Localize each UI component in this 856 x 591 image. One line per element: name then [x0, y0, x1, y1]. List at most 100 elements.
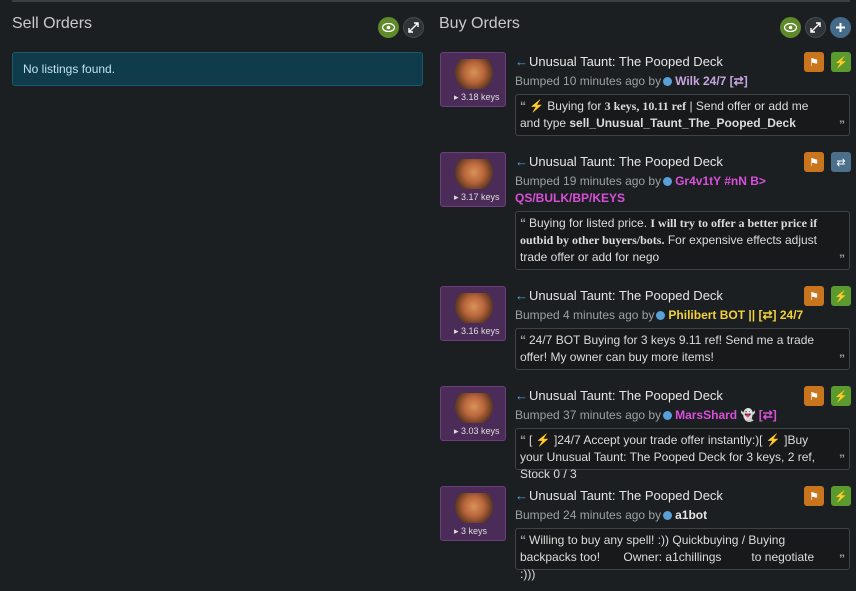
instant-trade-button[interactable]: ⚡ — [831, 286, 851, 306]
bump-text: Bumped 24 minutes ago by — [515, 508, 662, 522]
sell-eye-button[interactable] — [378, 17, 399, 38]
bump-info: Bumped 37 minutes ago by MarsShard 👻 [⇄] — [515, 407, 777, 424]
arrow-left-icon: ← — [515, 54, 528, 69]
message-text: [ — [529, 433, 536, 447]
item-price-badge: ▸ 3.03 keys — [454, 426, 500, 437]
instant-trade-button[interactable]: ⚡ — [831, 386, 851, 406]
quote-close-icon: ” — [839, 552, 845, 566]
eye-icon — [382, 23, 395, 32]
plus-icon — [836, 23, 845, 32]
trade-swap-button[interactable]: ⇄ — [831, 152, 851, 172]
quote-open-icon: “ — [520, 433, 526, 447]
lightning-icon: ⚡ — [834, 390, 848, 403]
instant-trade-button[interactable]: ⚡ — [831, 486, 851, 506]
buy-eye-button[interactable] — [780, 17, 801, 38]
arrow-left-icon: ← — [515, 154, 528, 169]
buy-order-listing: ▸ 3.16 keys ←Unusual Taunt: The Pooped De… — [440, 286, 851, 370]
key-icon: ▸ — [454, 426, 462, 436]
item-name: Unusual Taunt: The Pooped Deck — [529, 288, 723, 303]
item-name: Unusual Taunt: The Pooped Deck — [529, 54, 723, 69]
bump-text: Bumped 4 minutes ago by — [515, 308, 655, 322]
bump-text: Bumped 37 minutes ago by — [515, 408, 662, 422]
message-text: 3 keys, 10.11 ref — [604, 99, 687, 113]
bump-info: Bumped 4 minutes ago by Philibert BOT || … — [515, 307, 803, 324]
bump-info: Bumped 19 minutes ago by Gr4v1tY #nN B> Q… — [515, 173, 805, 207]
order-message: “⚡ Buying for 3 keys, 10.11 ref | Send o… — [515, 94, 850, 136]
item-image — [455, 293, 493, 323]
item-title-link[interactable]: ←Unusual Taunt: The Pooped Deck — [515, 388, 723, 403]
buy-order-listing: ▸ 3.03 keys ←Unusual Taunt: The Pooped De… — [440, 386, 851, 481]
item-price: 3.16 keys — [461, 326, 500, 336]
message-text: sell_Unusual_Taunt_The_Pooped_Deck — [569, 116, 796, 130]
quote-open-icon: “ — [520, 99, 526, 113]
item-thumbnail[interactable]: ▸ 3.03 keys — [440, 386, 506, 441]
item-thumbnail[interactable]: ▸ 3.18 keys — [440, 52, 506, 107]
top-divider — [12, 0, 850, 2]
item-price: 3.18 keys — [461, 92, 500, 102]
item-image — [455, 393, 493, 423]
buy-order-listing: ▸ 3 keys ←Unusual Taunt: The Pooped Deck B… — [440, 486, 851, 581]
buy-orders-title: Buy Orders — [439, 15, 520, 32]
user-name-link[interactable]: Wilk 24/7 [⇄] — [675, 74, 748, 88]
arrow-left-icon: ← — [515, 288, 528, 303]
lightning-icon: ⚡ — [834, 490, 848, 503]
item-price: 3 keys — [461, 526, 488, 536]
no-listings-notice: No listings found. — [12, 52, 423, 86]
user-name-link[interactable]: Philibert BOT || [⇄] 24/7 — [668, 308, 803, 322]
message-text: Buying for listed price. — [529, 216, 651, 230]
report-flag-button[interactable]: ⚑ — [804, 486, 824, 506]
user-status-dot — [656, 311, 666, 320]
user-status-dot — [663, 411, 673, 420]
item-image — [455, 493, 493, 523]
buy-expand-button[interactable] — [805, 17, 826, 38]
flag-icon: ⚑ — [809, 290, 819, 303]
report-flag-button[interactable]: ⚑ — [804, 52, 824, 72]
message-text: Buying for — [543, 99, 605, 113]
item-thumbnail[interactable]: ▸ 3.17 keys — [440, 152, 506, 207]
user-status-dot — [663, 177, 673, 186]
item-thumbnail[interactable]: ▸ 3 keys — [440, 486, 506, 541]
flag-icon: ⚑ — [809, 156, 819, 169]
item-thumbnail[interactable]: ▸ 3.16 keys — [440, 286, 506, 341]
bump-info: Bumped 24 minutes ago by a1bot — [515, 507, 707, 524]
instant-trade-button[interactable]: ⚡ — [831, 52, 851, 72]
item-price-badge: ▸ 3 keys — [454, 526, 487, 537]
sell-expand-button[interactable] — [403, 17, 424, 38]
order-message: “24/7 BOT Buying for 3 keys 9.11 ref! Se… — [515, 328, 850, 370]
item-price-badge: ▸ 3.18 keys — [454, 92, 500, 103]
message-text: Willing to buy any spell! :)) Quickbuyin… — [520, 533, 815, 581]
lightning-icon: ⚡ — [834, 56, 848, 69]
item-price: 3.17 keys — [461, 192, 500, 202]
flag-icon: ⚑ — [809, 490, 819, 503]
item-title-link[interactable]: ←Unusual Taunt: The Pooped Deck — [515, 288, 723, 303]
item-price: 3.03 keys — [461, 426, 500, 436]
report-flag-button[interactable]: ⚑ — [804, 386, 824, 406]
bump-text: Bumped 10 minutes ago by — [515, 74, 662, 88]
arrow-left-icon: ← — [515, 388, 528, 403]
quote-close-icon: ” — [839, 252, 845, 266]
lightning-icon: ⚡ — [765, 433, 781, 447]
buy-order-listing: ▸ 3.18 keys ←Unusual Taunt: The Pooped De… — [440, 52, 851, 136]
expand-icon — [408, 22, 419, 33]
item-name: Unusual Taunt: The Pooped Deck — [529, 488, 723, 503]
order-message: “Willing to buy any spell! :)) Quickbuyi… — [515, 528, 850, 581]
order-message: “Buying for listed price. I will try to … — [515, 211, 850, 270]
buy-order-listing: ▸ 3.17 keys ←Unusual Taunt: The Pooped De… — [440, 152, 851, 270]
user-name-link[interactable]: MarsShard 👻 [⇄] — [675, 408, 777, 422]
user-status-dot — [663, 511, 673, 520]
add-buy-order-button[interactable] — [830, 17, 851, 38]
swap-icon: ⇄ — [836, 156, 846, 169]
report-flag-button[interactable]: ⚑ — [804, 152, 824, 172]
quote-open-icon: “ — [520, 533, 526, 547]
user-name-link[interactable]: a1bot — [675, 508, 707, 522]
user-status-dot — [663, 77, 673, 86]
item-title-link[interactable]: ←Unusual Taunt: The Pooped Deck — [515, 54, 723, 69]
expand-icon — [810, 22, 821, 33]
eye-icon — [784, 23, 797, 32]
item-title-link[interactable]: ←Unusual Taunt: The Pooped Deck — [515, 488, 723, 503]
report-flag-button[interactable]: ⚑ — [804, 286, 824, 306]
message-text: ]24/7 Accept your trade offer instantly:… — [550, 433, 766, 447]
bump-text: Bumped 19 minutes ago by — [515, 174, 662, 188]
item-title-link[interactable]: ←Unusual Taunt: The Pooped Deck — [515, 154, 723, 169]
quote-close-icon: ” — [839, 118, 845, 132]
